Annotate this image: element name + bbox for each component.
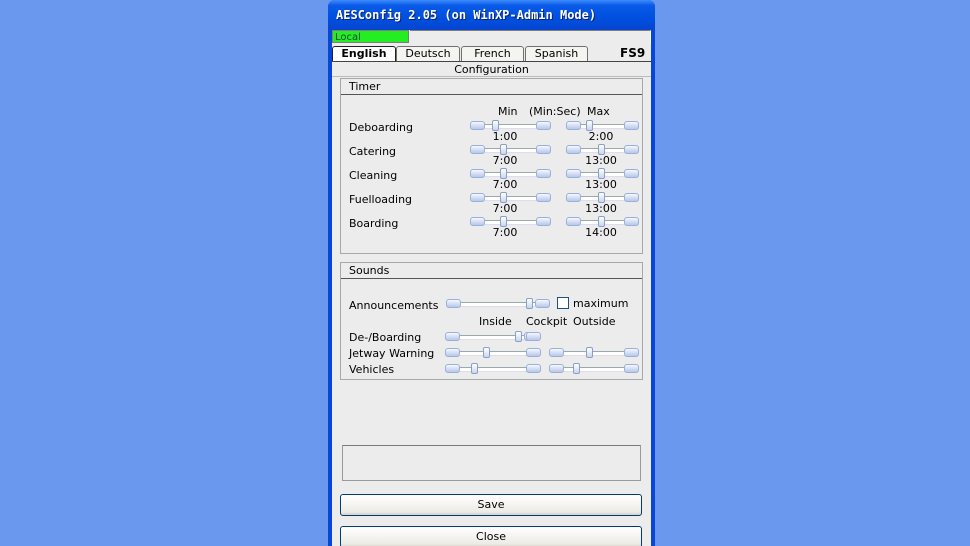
- timer-row-label: Deboarding: [349, 121, 414, 134]
- timer-max-value: 13:00: [585, 178, 617, 191]
- tab-french[interactable]: French: [461, 46, 524, 62]
- window-client-area: Local English Deutsch French Spanish FS9…: [332, 30, 651, 546]
- status-bar-rest: [410, 30, 651, 44]
- timer-min-slider[interactable]: [470, 144, 551, 155]
- timer-min-slider[interactable]: [470, 120, 551, 131]
- message-box: [342, 445, 641, 481]
- tab-spanish[interactable]: Spanish: [525, 46, 588, 62]
- maximum-checkbox[interactable]: [557, 297, 569, 309]
- timer-min-value: 7:00: [492, 154, 518, 167]
- tab-deutsch[interactable]: Deutsch: [396, 46, 460, 62]
- jetway-inside-slider[interactable]: [445, 347, 541, 358]
- local-status-label: Local: [335, 32, 361, 43]
- timer-min-value: 7:00: [492, 178, 518, 191]
- timer-max-slider[interactable]: [566, 144, 639, 155]
- timer-row-label: Fuelloading: [349, 193, 413, 206]
- timer-max-value: 2:00: [588, 130, 614, 143]
- timer-min-slider[interactable]: [470, 216, 551, 227]
- timer-group-title: Timer: [349, 80, 381, 93]
- timer-min-value: 1:00: [492, 130, 518, 143]
- deboarding-cockpit-slider[interactable]: [526, 332, 541, 341]
- tab-english[interactable]: English: [332, 46, 396, 62]
- maximum-label: maximum: [573, 297, 629, 310]
- timer-max-slider[interactable]: [566, 168, 639, 179]
- sounds-group: Sounds Announcements maximum Inside Cock…: [340, 262, 643, 380]
- sounds-group-title: Sounds: [349, 264, 390, 277]
- window-title: AESConfig 2.05 (on WinXP-Admin Mode): [336, 8, 597, 22]
- timer-row-label: Catering: [349, 145, 397, 158]
- deboarding-inside-slider[interactable]: [445, 331, 539, 342]
- timer-group-header: Timer: [341, 79, 642, 95]
- timer-min-value: 7:00: [492, 202, 518, 215]
- tab-spanish-label: Spanish: [534, 47, 579, 60]
- timer-group: Timer Min (Min:Sec) Max Deboarding 1:00 2:…: [340, 78, 643, 254]
- announcements-slider[interactable]: [446, 298, 550, 309]
- section-title: Configuration: [454, 63, 529, 76]
- timer-max-slider[interactable]: [566, 192, 639, 203]
- timer-row-label: Boarding: [349, 217, 399, 230]
- sim-version-label: FS9: [620, 46, 646, 60]
- timer-max-value: 13:00: [585, 154, 617, 167]
- sounds-col-cockpit: Cockpit: [526, 315, 568, 328]
- timer-row-label: Cleaning: [349, 169, 398, 182]
- desktop: { "window": { "title": "AESConfig 2.05 (…: [0, 0, 970, 546]
- timer-col-min: Min: [498, 105, 518, 118]
- timer-max-slider[interactable]: [566, 120, 639, 131]
- sounds-col-inside: Inside: [479, 315, 512, 328]
- timer-col-unit: (Min:Sec): [529, 105, 581, 118]
- close-button[interactable]: Close: [340, 526, 642, 546]
- sounds-col-outside: Outside: [573, 315, 616, 328]
- timer-min-slider[interactable]: [470, 168, 551, 179]
- sound-row-label: Jetway Warning: [349, 347, 435, 360]
- timer-min-value: 7:00: [492, 226, 518, 239]
- save-button[interactable]: Save: [340, 494, 642, 516]
- aesconfig-window: AESConfig 2.05 (on WinXP-Admin Mode) Loc…: [328, 0, 655, 546]
- sounds-group-header: Sounds: [341, 263, 642, 279]
- tab-english-label: English: [341, 47, 387, 60]
- timer-max-value: 13:00: [585, 202, 617, 215]
- tab-deutsch-label: Deutsch: [405, 47, 451, 60]
- timer-max-slider[interactable]: [566, 216, 639, 227]
- timer-min-slider[interactable]: [470, 192, 551, 203]
- jetway-outside-slider[interactable]: [549, 347, 639, 358]
- announcements-label: Announcements: [349, 299, 439, 312]
- vehicles-outside-slider[interactable]: [549, 363, 639, 374]
- timer-col-max: Max: [587, 105, 610, 118]
- title-bar[interactable]: AESConfig 2.05 (on WinXP-Admin Mode): [328, 0, 655, 30]
- tab-french-label: French: [474, 47, 511, 60]
- sound-row-label: De-/Boarding: [349, 331, 422, 344]
- sound-row-label: Vehicles: [349, 363, 395, 376]
- timer-max-value: 14:00: [585, 226, 617, 239]
- local-status-indicator: Local: [332, 30, 409, 43]
- vehicles-inside-slider[interactable]: [445, 363, 541, 374]
